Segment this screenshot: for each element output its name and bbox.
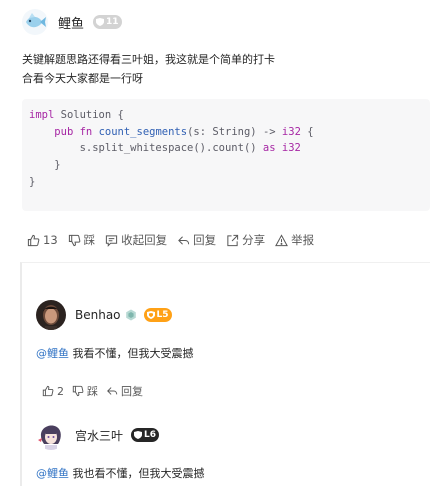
reply-action-bar: 2 踩 回复 [42,384,151,398]
dislike-label: 踩 [87,385,98,398]
dislike-button[interactable]: 踩 [72,383,98,399]
share-label: 分享 [242,233,266,247]
share-icon [227,234,239,246]
post-header: 鲤鱼 11 [22,9,122,35]
post-text-line: 合看今天大家都是一行呀 [22,72,143,85]
user-photo-icon [36,420,66,450]
replies-panel: Benhao L5 @鲤鱼 我看不懂，但我大受震撼 2 踩 回复 宫水三叶 L6… [20,262,430,486]
reply-button[interactable]: 回复 [177,232,216,248]
level-text: 11 [106,17,119,27]
shield-icon [146,311,155,319]
level-badge: L6 [131,428,160,442]
reply-label: 回复 [121,385,143,398]
reply-header: 宫水三叶 L6 [36,420,160,450]
reply-body: 我也看不懂，但我大受震撼 [69,467,205,480]
reply-button[interactable]: 回复 [106,383,143,399]
share-button[interactable]: 分享 [226,232,265,248]
code-keyword: fn [79,125,93,138]
reply-icon [178,235,190,245]
code-text: } [54,159,61,172]
code-text: s.split_whitespace().count() [79,142,263,155]
code-block: impl Solution { pub fn count_segments(s:… [22,99,430,211]
level-badge: L5 [143,308,172,322]
thumbs-up-icon [27,234,40,246]
avatar[interactable] [22,9,48,35]
reply-author-name[interactable]: 宫水三叶 [75,427,123,444]
like-button[interactable]: 2 [42,385,64,398]
reply-label: 回复 [193,233,217,247]
code-text: (s: String) -> [187,125,282,138]
shield-icon [134,431,143,439]
code-type: i32 [281,125,301,138]
avatar[interactable] [36,420,66,450]
code-keyword: impl [29,109,55,121]
like-button[interactable]: 13 [27,233,58,247]
mention-link[interactable]: @鲤鱼 [36,347,69,360]
code-function: count_segments [98,125,188,138]
dislike-label: 踩 [83,233,96,247]
level-badge: 11 [93,15,122,29]
post-text-line: 关键解题思路还得看三叶姐，我这就是个简单的打卡 [22,53,275,66]
thumbs-down-icon [72,385,84,397]
dislike-button[interactable]: 踩 [68,232,96,248]
reply-icon [107,387,118,395]
reply-text: @鲤鱼 我也看不懂，但我大受震撼 [36,465,205,481]
warning-icon [275,233,289,246]
post-action-bar: 13 踩 收起回复 回复 分享 举报 [27,232,324,248]
reply-author-name[interactable]: Benhao [75,308,121,322]
collapse-replies-button[interactable]: 收起回复 [105,232,167,248]
mention-link[interactable]: @鲤鱼 [36,467,69,480]
level-text: L6 [144,430,157,440]
post-body: 关键解题思路还得看三叶姐，我这就是个简单的打卡 合看今天大家都是一行呀 [22,50,275,88]
reply-body: 我看不懂，但我大受震撼 [69,347,194,360]
verified-icon [125,309,136,321]
thumbs-up-icon [42,385,54,397]
shield-icon [96,18,105,26]
level-text: L5 [156,310,169,320]
like-count: 13 [43,233,58,247]
thumbs-down-icon [68,234,80,246]
code-text: { [300,125,314,138]
collapse-label: 收起回复 [121,233,168,247]
avatar[interactable] [36,300,66,330]
code-keyword: as [262,142,276,155]
code-text: Solution { [54,109,124,121]
comment-icon [106,234,118,247]
code-type: i32 [275,142,301,155]
author-name[interactable]: 鲤鱼 [58,13,84,32]
fish-icon [26,13,46,28]
code-keyword: pub [54,125,74,138]
code-text: } [29,175,36,188]
report-label: 举报 [291,233,315,247]
user-photo-icon [36,300,66,330]
report-button[interactable]: 举报 [275,232,314,248]
reply-header: Benhao L5 [36,300,172,330]
like-count: 2 [57,384,64,398]
reply-text: @鲤鱼 我看不懂，但我大受震撼 [36,345,194,361]
